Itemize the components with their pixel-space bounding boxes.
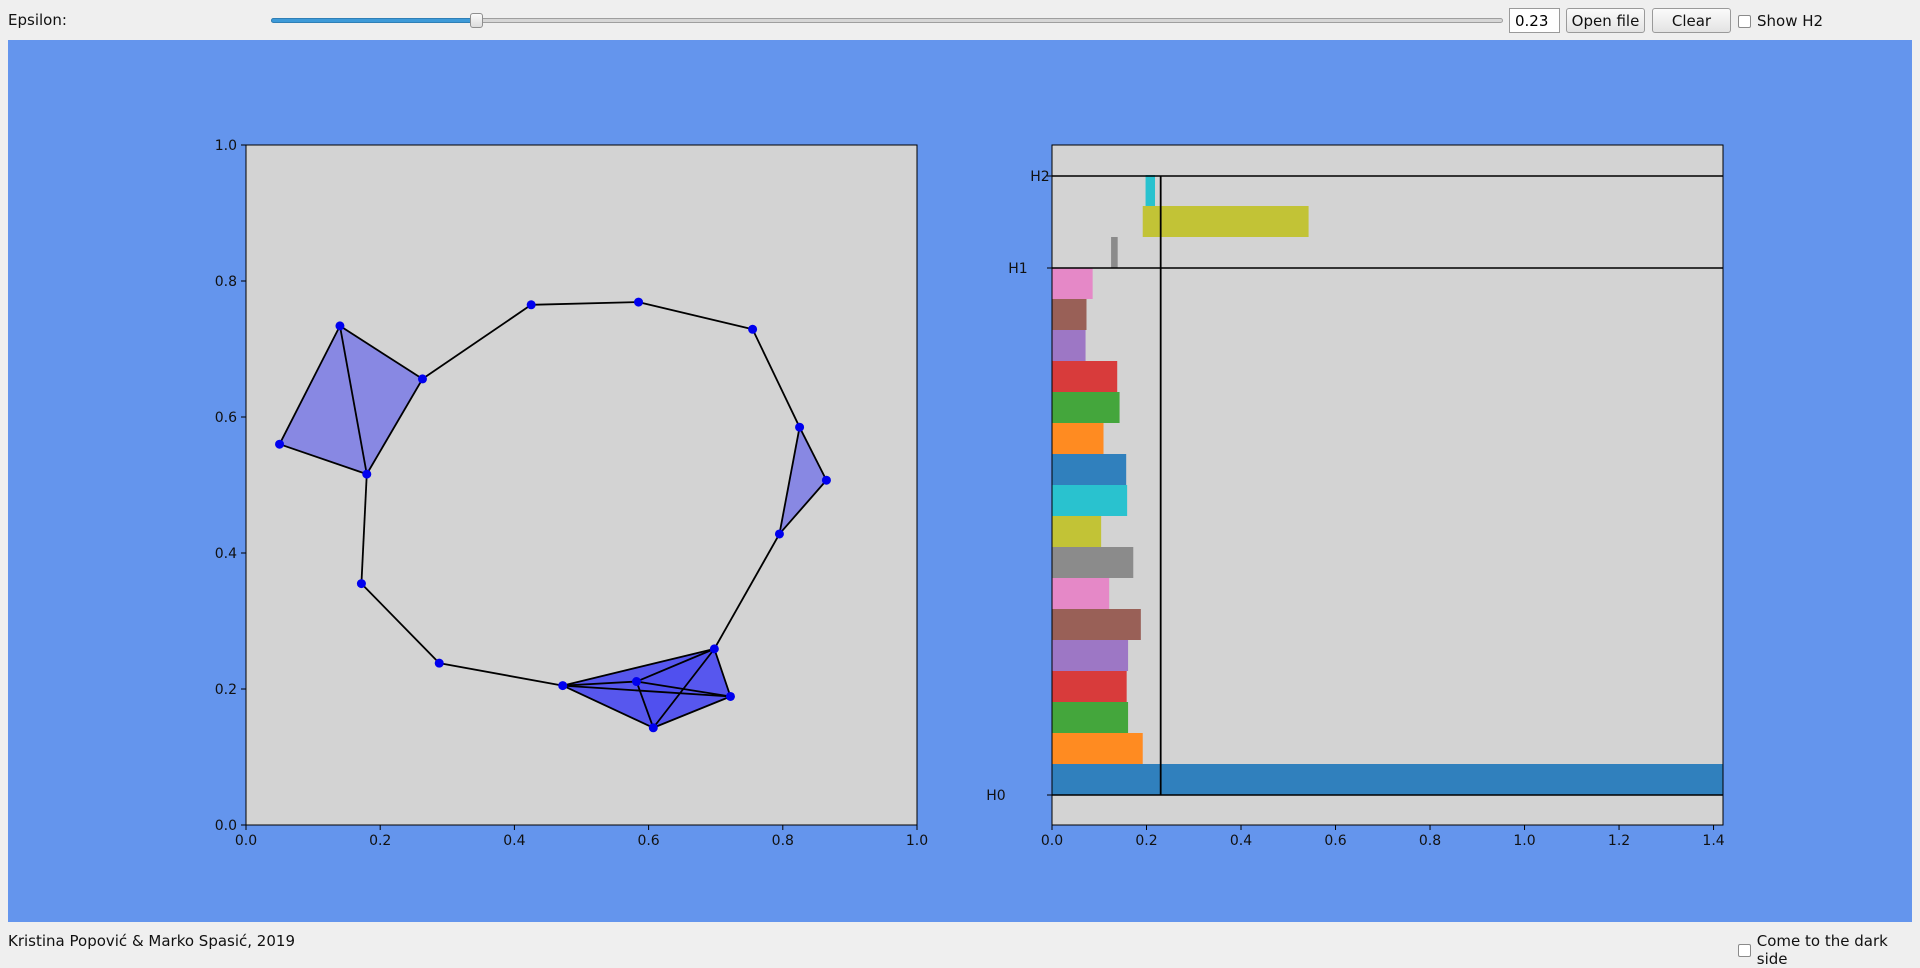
h0-bar bbox=[1052, 671, 1127, 702]
x-tick-label: 1.0 bbox=[1513, 833, 1535, 849]
slider-handle[interactable] bbox=[469, 13, 483, 28]
barcode-plot: 0.0 0.2 0.4 0.6 0.8 1.0 1.2 1.4 H0 H1 H2 bbox=[986, 144, 1725, 849]
h0-bar bbox=[1052, 547, 1134, 578]
data-point bbox=[774, 529, 784, 539]
credit-text: Kristina Popović & Marko Spasić, 2019 bbox=[8, 932, 295, 950]
y-tick-label: 0.2 bbox=[215, 682, 237, 698]
barcode-plot-area bbox=[1052, 145, 1723, 825]
h0-bar bbox=[1052, 299, 1087, 330]
epsilon-slider[interactable] bbox=[271, 13, 1503, 28]
h1-bar bbox=[1111, 237, 1118, 268]
dark-side-label: Come to the dark side bbox=[1756, 932, 1888, 968]
h0-bar bbox=[1052, 640, 1129, 671]
h0-bar bbox=[1052, 423, 1104, 454]
x-tick-label: 1.4 bbox=[1702, 833, 1724, 849]
data-point bbox=[821, 475, 831, 485]
x-tick-label: 0.2 bbox=[1135, 833, 1157, 849]
h0-bar bbox=[1052, 702, 1129, 733]
data-point bbox=[434, 658, 444, 668]
figure-svg: 0.0 0.2 0.4 0.6 0.8 1.0 0.0 0.2 0.4 0.6 0.8 1.0 0.… bbox=[215, 138, 1725, 849]
data-point bbox=[335, 321, 345, 331]
show-h2-checkbox[interactable]: Show H2 bbox=[1738, 12, 1823, 30]
y-group-label: H0 bbox=[986, 788, 1005, 804]
h0-bar bbox=[1052, 516, 1102, 547]
data-point bbox=[632, 677, 642, 687]
plot-canvas: 0.0 0.2 0.4 0.6 0.8 1.0 0.0 0.2 0.4 0.6 0.8 1.0 0.… bbox=[8, 40, 1912, 922]
data-point bbox=[526, 300, 536, 310]
x-tick-label: 0.0 bbox=[1041, 833, 1063, 849]
h1-bar bbox=[1142, 206, 1309, 237]
data-point bbox=[417, 374, 427, 384]
barcode-y-labels: H0 H1 H2 bbox=[986, 169, 1052, 804]
toolbar: Epsilon: Open file Clear Show H2 bbox=[0, 0, 1920, 40]
data-point bbox=[748, 324, 758, 334]
h0-bar bbox=[1052, 361, 1118, 392]
data-point bbox=[558, 681, 568, 691]
x-tick-label: 0.6 bbox=[1324, 833, 1346, 849]
complex-plot[interactable]: 0.0 0.2 0.4 0.6 0.8 1.0 0.0 0.2 0.4 0.6 0.8 1.0 bbox=[215, 138, 928, 849]
h0-bar bbox=[1052, 330, 1086, 361]
show-h2-label: Show H2 bbox=[1757, 12, 1824, 30]
x-tick-label: 0.6 bbox=[637, 833, 659, 849]
h0-bar bbox=[1052, 268, 1093, 299]
data-point bbox=[709, 644, 719, 654]
open-file-button[interactable]: Open file bbox=[1566, 8, 1645, 33]
data-point bbox=[648, 723, 658, 733]
epsilon-label: Epsilon: bbox=[8, 11, 67, 29]
y-tick-label: 0.4 bbox=[215, 546, 237, 562]
y-group-label: H1 bbox=[1008, 261, 1027, 277]
x-tick-label: 0.4 bbox=[1230, 833, 1252, 849]
x-tick-label: 0.4 bbox=[503, 833, 525, 849]
show-h2-checkbox-box[interactable] bbox=[1738, 14, 1751, 28]
y-group-label: H2 bbox=[1030, 169, 1049, 185]
clear-button[interactable]: Clear bbox=[1652, 8, 1731, 33]
data-point bbox=[362, 469, 372, 479]
y-tick-label: 0.6 bbox=[215, 410, 237, 426]
h0-bar bbox=[1052, 392, 1120, 423]
complex-x-axis: 0.0 0.2 0.4 0.6 0.8 1.0 bbox=[235, 825, 928, 849]
h0-bar bbox=[1052, 578, 1110, 609]
barcode-x-axis: 0.0 0.2 0.4 0.6 0.8 1.0 1.2 1.4 bbox=[1041, 825, 1725, 849]
data-point bbox=[275, 439, 285, 449]
data-point bbox=[725, 691, 735, 701]
h1-bar bbox=[1145, 175, 1156, 206]
data-point bbox=[795, 422, 805, 432]
y-tick-label: 0.0 bbox=[215, 818, 237, 834]
h0-bar bbox=[1052, 485, 1128, 516]
slider-fill bbox=[271, 18, 476, 23]
data-point bbox=[356, 579, 366, 589]
complex-y-axis: 0.0 0.2 0.4 0.6 0.8 1.0 bbox=[215, 138, 246, 834]
x-tick-label: 0.0 bbox=[235, 833, 257, 849]
x-tick-label: 0.8 bbox=[1419, 833, 1441, 849]
y-tick-label: 0.8 bbox=[215, 274, 237, 290]
x-tick-label: 0.2 bbox=[369, 833, 391, 849]
h0-bar bbox=[1052, 609, 1141, 640]
h0-bar bbox=[1052, 764, 1723, 795]
dark-side-checkbox-box[interactable] bbox=[1738, 943, 1751, 957]
data-point bbox=[634, 297, 644, 307]
x-tick-label: 0.8 bbox=[772, 833, 794, 849]
x-tick-label: 1.2 bbox=[1608, 833, 1630, 849]
h0-bar bbox=[1052, 454, 1127, 485]
y-tick-label: 1.0 bbox=[215, 138, 237, 154]
x-tick-label: 1.0 bbox=[906, 833, 928, 849]
dark-side-checkbox[interactable]: Come to the dark side bbox=[1738, 932, 1920, 968]
epsilon-input[interactable] bbox=[1509, 8, 1560, 33]
h0-bar bbox=[1052, 733, 1143, 764]
